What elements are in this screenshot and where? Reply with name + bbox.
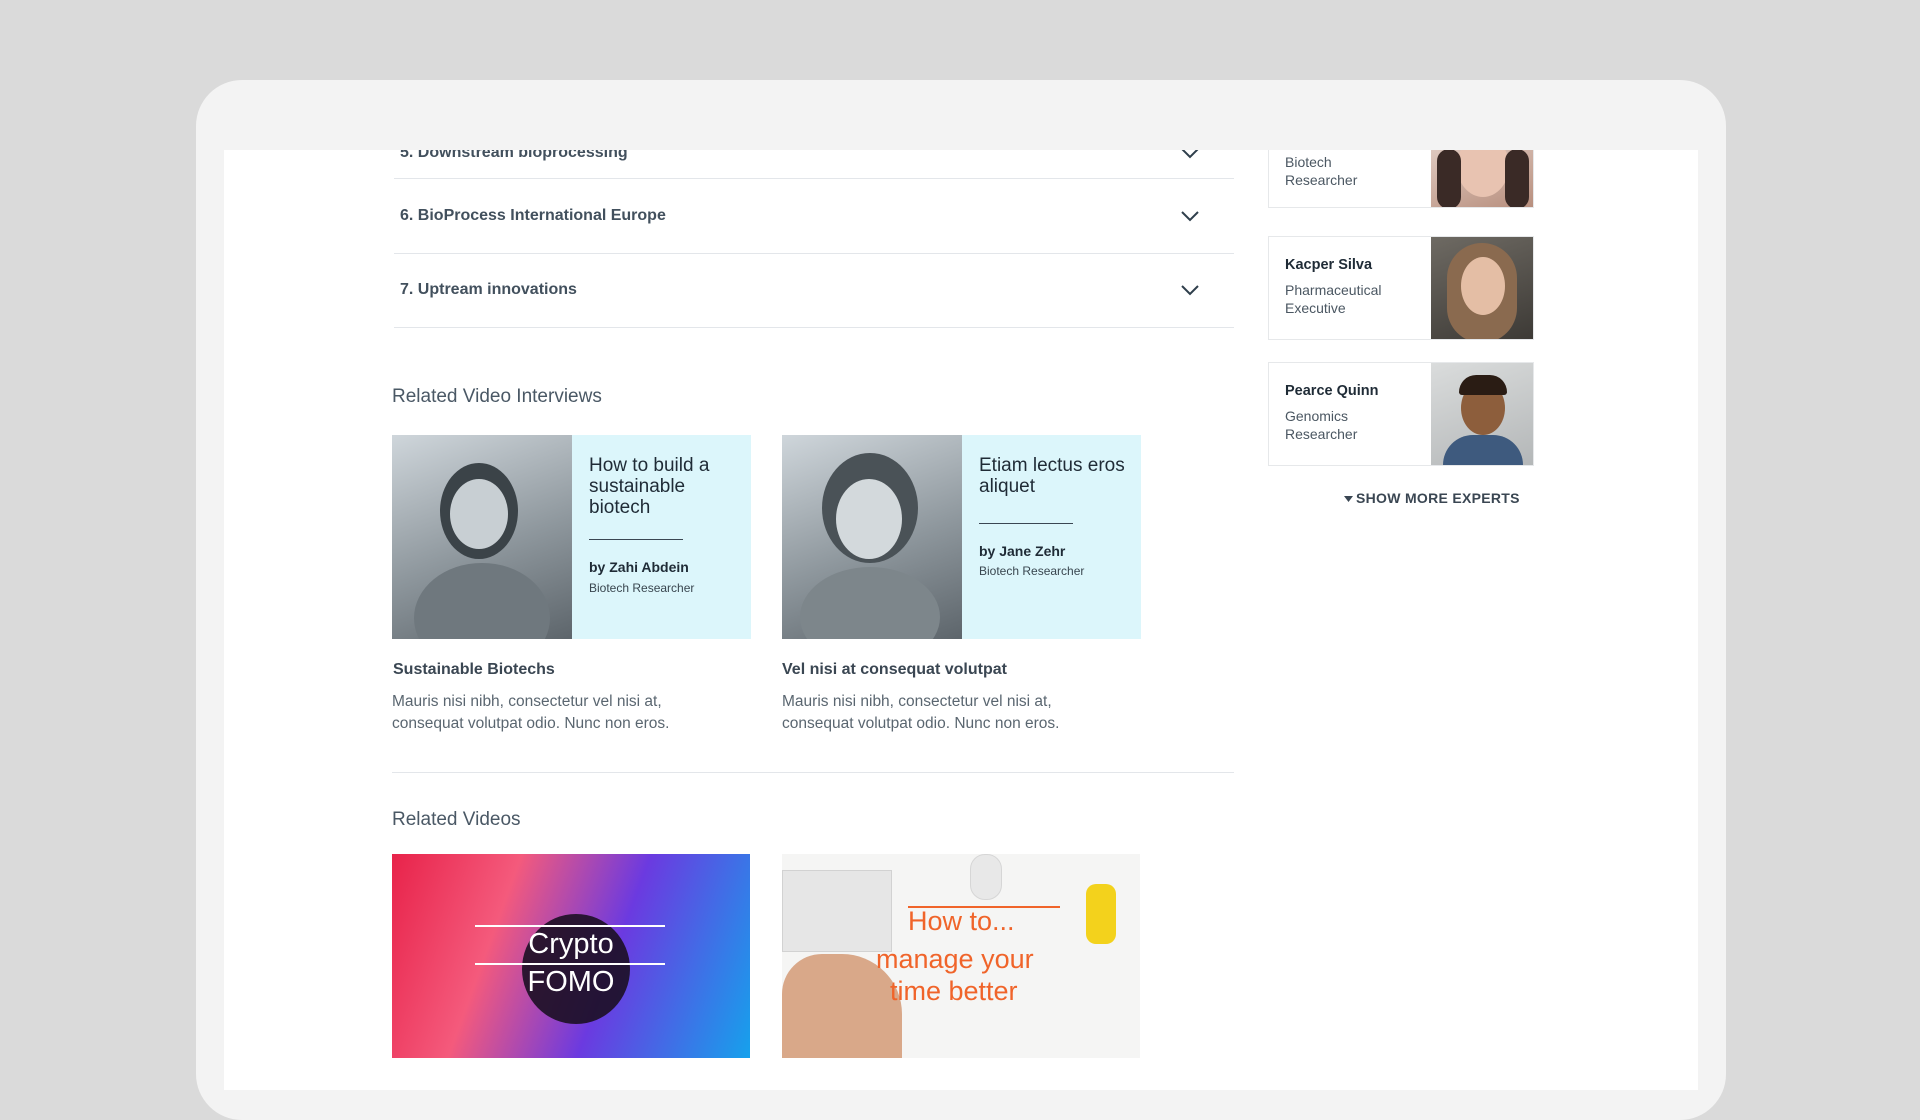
expert-role: Genomics Researcher: [1285, 408, 1358, 442]
interview-author: by Zahi Abdein: [589, 559, 689, 575]
interview-author-role: Biotech Researcher: [979, 564, 1085, 578]
video-thumb-line2: FOMO: [527, 966, 615, 998]
video-thumb-line1: Crypto: [528, 928, 614, 960]
interview-author-role: Biotech Researcher: [589, 581, 695, 595]
keyboard-graphic: [782, 870, 892, 952]
chevron-down-icon: [1181, 285, 1199, 296]
watch-graphic: [1086, 884, 1116, 944]
expert-photo: [1431, 237, 1533, 339]
accordion-item-7[interactable]: 7. Uptream innovations: [394, 253, 1234, 328]
video-thumb-line1: How to...: [908, 906, 1015, 936]
section-divider: [392, 772, 1234, 773]
related-videos-heading: Related Videos: [392, 809, 521, 830]
thumb-rule: [475, 963, 665, 965]
mouse-graphic: [970, 854, 1002, 900]
expert-card[interactable]: Kacper Silva Pharmaceutical Executive: [1268, 236, 1534, 340]
thumb-rule: [475, 925, 665, 927]
interview-thumb-title: How to build a sustainable biotech: [589, 455, 710, 518]
show-more-label: SHOW MORE EXPERTS: [1356, 490, 1520, 506]
video-thumbnail-crypto[interactable]: Crypto FOMO: [392, 854, 750, 1058]
expert-photo: [1431, 150, 1533, 207]
expert-card[interactable]: Biotech Researcher: [1268, 150, 1534, 208]
chevron-down-icon: [1181, 150, 1199, 159]
interview-photo: [782, 435, 962, 639]
accordion-label: 6. BioProcess International Europe: [400, 207, 666, 224]
interview-thumbnail[interactable]: How to build a sustainable biotech by Za…: [392, 435, 751, 639]
video-thumbnail-time[interactable]: How to... manage your time better: [782, 854, 1140, 1058]
thumb-rule: [979, 523, 1073, 524]
interview-author: by Jane Zehr: [979, 543, 1066, 559]
video-thumb-line2: manage your: [876, 944, 1034, 974]
interview-photo: [392, 435, 572, 639]
interview-card-title[interactable]: Vel nisi at consequat volutpat: [782, 661, 1007, 679]
related-interviews-heading: Related Video Interviews: [392, 386, 602, 407]
expert-role: Biotech Researcher: [1285, 154, 1358, 188]
page-screen: 5. Downstream bioprocessing 6. BioProces…: [224, 150, 1698, 1090]
accordion-label: 5. Downstream bioprocessing: [400, 150, 628, 161]
caret-down-icon: [1344, 496, 1353, 503]
interview-card-title[interactable]: Sustainable Biotechs: [393, 661, 555, 679]
accordion-item-5[interactable]: 5. Downstream bioprocessing: [394, 150, 1234, 179]
video-thumb-line3: time better: [890, 976, 1018, 1006]
expert-role: Pharmaceutical Executive: [1285, 282, 1382, 316]
expert-photo: [1431, 363, 1533, 465]
expert-card[interactable]: Pearce Quinn Genomics Researcher: [1268, 362, 1534, 466]
interview-thumbnail[interactable]: Etiam lectus eros aliquet by Jane Zehr B…: [782, 435, 1141, 639]
expert-name: Kacper Silva: [1285, 257, 1373, 273]
accordion-label: 7. Uptream innovations: [400, 281, 577, 298]
chevron-down-icon: [1181, 211, 1199, 222]
interview-card-description: Mauris nisi nibh, consectetur vel nisi a…: [782, 693, 1060, 732]
show-more-experts-button[interactable]: SHOW MORE EXPERTS: [1344, 490, 1520, 506]
expert-name: Pearce Quinn: [1285, 383, 1379, 399]
interview-card-description: Mauris nisi nibh, consectetur vel nisi a…: [392, 693, 670, 732]
interview-thumb-title: Etiam lectus eros aliquet: [979, 455, 1125, 497]
accordion-item-6[interactable]: 6. BioProcess International Europe: [394, 179, 1234, 254]
thumb-rule: [589, 539, 683, 540]
